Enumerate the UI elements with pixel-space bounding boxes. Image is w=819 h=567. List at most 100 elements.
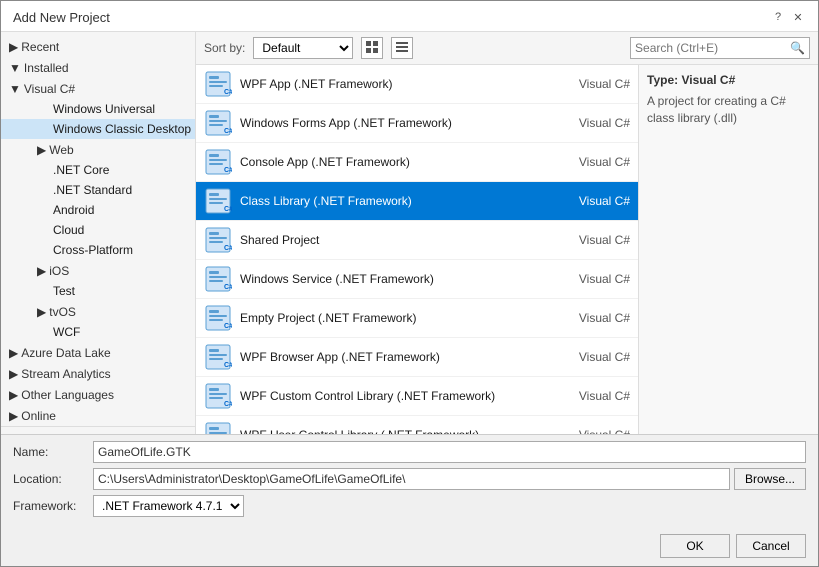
project-language: Visual C#: [550, 272, 630, 286]
online-arrow: ▶: [9, 409, 18, 423]
svg-text:C#: C#: [224, 245, 232, 252]
name-input[interactable]: [93, 441, 806, 463]
sidebar-item-other-languages[interactable]: ▶ Other Languages: [1, 384, 195, 405]
project-language: Visual C#: [550, 116, 630, 130]
type-title: Type: Visual C#: [647, 73, 810, 87]
sidebar-item-windows-classic[interactable]: Windows Classic Desktop: [1, 119, 195, 139]
help-button[interactable]: ?: [770, 9, 786, 25]
sidebar-item-recent[interactable]: ▶ Recent: [1, 36, 195, 57]
sidebar-item-cloud[interactable]: Cloud: [1, 220, 195, 240]
visual-csharp-arrow: ▼: [9, 82, 21, 96]
sidebar-item-stream-analytics[interactable]: ▶ Stream Analytics: [1, 363, 195, 384]
type-panel: Type: Visual C# A project for creating a…: [638, 65, 818, 434]
svg-text:C#: C#: [224, 284, 232, 291]
search-icon: 🔍: [790, 41, 805, 55]
sidebar-item-wcf[interactable]: WCF: [1, 322, 195, 342]
location-row: Location: Browse...: [13, 468, 806, 490]
sidebar-item-visual-csharp[interactable]: ▼ Visual C#: [1, 78, 195, 99]
grid-view-button[interactable]: [361, 37, 383, 59]
azure-label: Azure Data Lake: [21, 346, 110, 360]
list-icon: [395, 40, 409, 57]
project-list-item[interactable]: C# Windows Forms App (.NET Framework)Vis…: [196, 104, 638, 143]
project-list-item[interactable]: C# Shared ProjectVisual C#: [196, 221, 638, 260]
project-icon: C#: [204, 265, 232, 293]
installed-arrow: ▼: [9, 61, 21, 75]
project-language: Visual C#: [550, 77, 630, 91]
android-label: Android: [51, 203, 94, 217]
grid-icon: [365, 40, 379, 57]
sidebar-item-installed[interactable]: ▼ Installed: [1, 57, 195, 78]
svg-text:C#: C#: [224, 89, 232, 96]
project-list: C# WPF App (.NET Framework)Visual C# C# …: [196, 65, 638, 434]
project-icon: C#: [204, 304, 232, 332]
project-name: Class Library (.NET Framework): [240, 194, 550, 208]
ios-arrow: ▶: [37, 264, 46, 278]
test-label: Test: [51, 284, 75, 298]
project-icon: C#: [204, 70, 232, 98]
project-name: Shared Project: [240, 233, 550, 247]
project-icon: C#: [204, 187, 232, 215]
project-icon: C#: [204, 343, 232, 371]
location-input[interactable]: [93, 468, 730, 490]
framework-select[interactable]: .NET Framework 4.7.1: [93, 495, 244, 517]
online-label: Online: [21, 409, 56, 423]
project-list-item[interactable]: C# Windows Service (.NET Framework)Visua…: [196, 260, 638, 299]
sidebar-item-ios[interactable]: ▶ iOS: [1, 260, 195, 281]
project-list-item[interactable]: C# WPF Browser App (.NET Framework)Visua…: [196, 338, 638, 377]
recent-arrow: ▶: [9, 40, 18, 54]
project-list-item[interactable]: C# Class Library (.NET Framework)Visual …: [196, 182, 638, 221]
windows-classic-label: Windows Classic Desktop: [51, 122, 191, 136]
svg-text:C#: C#: [224, 167, 232, 174]
browse-button[interactable]: Browse...: [734, 468, 806, 490]
project-list-item[interactable]: C# WPF App (.NET Framework)Visual C#: [196, 65, 638, 104]
add-new-project-dialog: Add New Project ? ✕ ▶ Recent ▼ Installed…: [0, 0, 819, 567]
project-language: Visual C#: [550, 311, 630, 325]
project-name: Windows Forms App (.NET Framework): [240, 116, 550, 130]
project-name: WPF App (.NET Framework): [240, 77, 550, 91]
sidebar-item-windows-universal[interactable]: Windows Universal: [1, 99, 195, 119]
location-label: Location:: [13, 472, 93, 486]
project-icon: C#: [204, 421, 232, 434]
title-bar-controls: ? ✕: [770, 9, 806, 25]
cancel-button[interactable]: Cancel: [736, 534, 806, 558]
recent-label: Recent: [21, 40, 59, 54]
project-icon: C#: [204, 109, 232, 137]
svg-text:C#: C#: [224, 401, 232, 408]
project-list-item[interactable]: C# WPF Custom Control Library (.NET Fram…: [196, 377, 638, 416]
framework-label: Framework:: [13, 499, 93, 513]
sidebar-item-android[interactable]: Android: [1, 200, 195, 220]
project-list-item[interactable]: C# WPF User Control Library (.NET Framew…: [196, 416, 638, 434]
stream-arrow: ▶: [9, 367, 18, 381]
azure-arrow: ▶: [9, 346, 18, 360]
project-language: Visual C#: [550, 350, 630, 364]
search-box: 🔍: [630, 37, 810, 59]
type-value: Visual C#: [681, 73, 735, 87]
sidebar-item-cross-platform[interactable]: Cross-Platform: [1, 240, 195, 260]
sidebar-item-azure-data-lake[interactable]: ▶ Azure Data Lake: [1, 342, 195, 363]
visual-csharp-label: Visual C#: [24, 82, 75, 96]
cross-platform-label: Cross-Platform: [51, 243, 133, 257]
project-name: WPF Custom Control Library (.NET Framewo…: [240, 389, 550, 403]
sidebar-item-net-core[interactable]: .NET Core: [1, 160, 195, 180]
sidebar-item-tvos[interactable]: ▶ tvOS: [1, 301, 195, 322]
search-input[interactable]: [635, 41, 790, 55]
close-button[interactable]: ✕: [790, 9, 806, 25]
sidebar-item-online[interactable]: ▶ Online: [1, 405, 195, 426]
left-panel: ▶ Recent ▼ Installed ▼ Visual C# Windows…: [1, 32, 196, 434]
left-bottom: Not finding what you are looking for? Op…: [1, 426, 195, 434]
stream-label: Stream Analytics: [21, 367, 110, 381]
toolbar: Sort by: Default: [196, 32, 818, 65]
project-list-item[interactable]: C# Console App (.NET Framework)Visual C#: [196, 143, 638, 182]
wcf-label: WCF: [51, 325, 80, 339]
sidebar-item-web[interactable]: ▶ Web: [1, 139, 195, 160]
project-icon: C#: [204, 382, 232, 410]
installed-label: Installed: [24, 61, 69, 75]
ok-button[interactable]: OK: [660, 534, 730, 558]
sidebar-item-net-standard[interactable]: .NET Standard: [1, 180, 195, 200]
right-panel: Sort by: Default: [196, 32, 818, 434]
project-list-item[interactable]: C# Empty Project (.NET Framework)Visual …: [196, 299, 638, 338]
project-language: Visual C#: [550, 155, 630, 169]
sort-select[interactable]: Default: [253, 37, 353, 59]
sidebar-item-test[interactable]: Test: [1, 281, 195, 301]
list-view-button[interactable]: [391, 37, 413, 59]
